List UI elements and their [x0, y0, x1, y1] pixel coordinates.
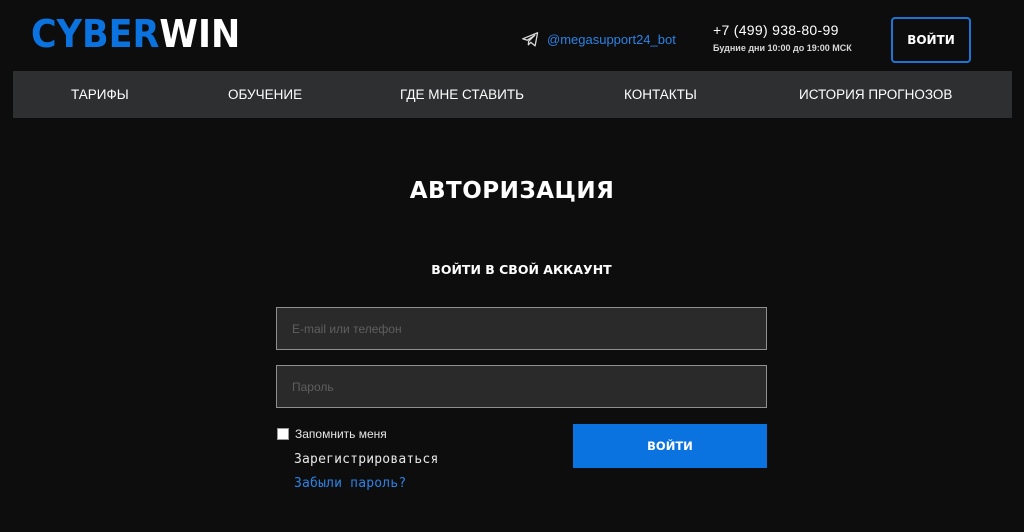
email-field[interactable] — [276, 307, 767, 350]
nav-item-where-to-bet[interactable]: ГДЕ МНЕ СТАВИТЬ — [400, 71, 524, 118]
nav-item-forecast-history[interactable]: ИСТОРИЯ ПРОГНОЗОВ — [799, 71, 952, 118]
site-header: CYBERWIN @megasupport24_bot +7 (499) 938… — [0, 0, 1024, 70]
page-subtitle: ВОЙТИ В СВОЙ АККАУНТ — [431, 262, 612, 277]
remember-me-label: Запомнить меня — [295, 427, 387, 441]
register-link[interactable]: Зарегистрироваться — [294, 452, 438, 467]
header-login-button[interactable]: ВОЙТИ — [891, 17, 971, 63]
logo-part-win: WIN — [159, 12, 241, 56]
telegram-contact[interactable]: @megasupport24_bot — [522, 30, 676, 48]
telegram-icon — [522, 31, 539, 47]
contact-phone-block: +7 (499) 938-80-99 Будние дни 10:00 до 1… — [713, 21, 852, 53]
nav-item-contacts[interactable]: КОНТАКТЫ — [624, 71, 697, 118]
logo-part-cyber: CYBER — [31, 12, 160, 56]
phone-number[interactable]: +7 (499) 938-80-99 — [713, 21, 852, 39]
password-field[interactable] — [276, 365, 767, 408]
forgot-password-link[interactable]: Забыли пароль? — [294, 476, 406, 491]
page-title: АВТОРИЗАЦИЯ — [409, 178, 615, 204]
telegram-link[interactable]: @megasupport24_bot — [547, 32, 676, 47]
logo[interactable]: CYBERWIN — [31, 12, 240, 56]
login-submit-button[interactable]: ВОЙТИ — [573, 424, 767, 468]
remember-me[interactable]: Запомнить меня — [277, 427, 387, 441]
nav-item-training[interactable]: ОБУЧЕНИЕ — [228, 71, 302, 118]
remember-me-checkbox[interactable] — [277, 428, 289, 440]
working-hours: Будние дни 10:00 до 19:00 МСК — [713, 43, 852, 53]
nav-item-tariffs[interactable]: ТАРИФЫ — [71, 71, 129, 118]
main-nav: ТАРИФЫ ОБУЧЕНИЕ ГДЕ МНЕ СТАВИТЬ КОНТАКТЫ… — [13, 71, 1012, 118]
